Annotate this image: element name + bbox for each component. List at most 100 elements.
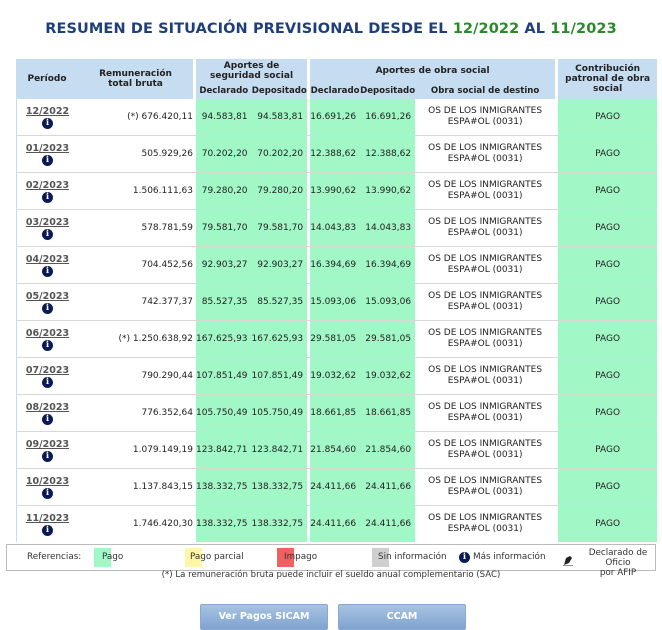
header-aportes-os: Aportes de obra social <box>310 59 556 83</box>
table-row: 07/2023 i 790.290,44 107.851,49 107.851,49 19… <box>16 358 658 395</box>
info-icon: i <box>459 551 470 563</box>
period-link[interactable]: 07/2023 <box>17 365 78 376</box>
os-declarado: 15.093,06 <box>310 284 361 321</box>
os-depositado: 24.411,66 <box>360 469 416 506</box>
contribucion-status: PAGO <box>558 210 658 247</box>
legend: Referencias: Pago Pago parcial Impago Si… <box>6 544 656 578</box>
table-row: 09/2023 i 1.079.149,19 123.842,71 123.842,71… <box>16 432 658 469</box>
os-depositado: 18.661,85 <box>360 395 416 432</box>
period-cell: 09/2023 i <box>16 432 78 469</box>
ss-depositado: 94.583,81 <box>251 99 308 136</box>
obra-social-destino: OS DE LOS INMIGRANTES ESPA#OL (0031) <box>415 321 556 358</box>
period-link[interactable]: 01/2023 <box>17 143 78 154</box>
ss-depositado: 85.527,35 <box>251 284 308 321</box>
contribucion-status: PAGO <box>558 247 658 284</box>
period-cell: 10/2023 i <box>16 469 78 506</box>
os-depositado: 21.854,60 <box>360 432 416 469</box>
ss-depositado: 70.202,20 <box>251 136 308 173</box>
remuneracion-cell: 742.377,37 <box>78 284 193 321</box>
ss-declarado: 94.583,81 <box>196 99 252 136</box>
ss-declarado: 79.581,70 <box>196 210 252 247</box>
remuneracion-cell: 1.079.149,19 <box>78 432 193 469</box>
table-row: 11/2023 i 1.746.420,30 138.332,75 138.332,75… <box>16 506 658 542</box>
info-icon[interactable]: i <box>42 265 53 277</box>
os-depositado: 19.032,62 <box>360 358 416 395</box>
period-link[interactable]: 02/2023 <box>17 180 78 191</box>
table-row: 03/2023 i 578.781,59 79.581,70 79.581,70 14.0… <box>16 210 658 247</box>
os-depositado: 15.093,06 <box>360 284 416 321</box>
period-cell: 06/2023 i <box>16 321 78 358</box>
info-icon[interactable]: i <box>42 450 53 462</box>
period-cell: 12/2022 i <box>16 99 78 136</box>
obra-social-destino: OS DE LOS INMIGRANTES ESPA#OL (0031) <box>415 395 556 432</box>
obra-social-destino: OS DE LOS INMIGRANTES ESPA#OL (0031) <box>428 513 543 534</box>
os-depositado: 29.581,05 <box>360 321 416 358</box>
os-depositado: 12.388,62 <box>360 136 416 173</box>
info-icon[interactable]: i <box>42 154 53 166</box>
period-link[interactable]: 05/2023 <box>17 291 78 302</box>
info-icon[interactable]: i <box>42 413 53 425</box>
contribucion-status: PAGO <box>558 99 658 136</box>
obra-social-destino: OS DE LOS INMIGRANTES ESPA#OL (0031) <box>415 469 556 506</box>
remuneracion-value: 776.352,64 <box>141 408 193 418</box>
table-row: 10/2023 i 1.137.843,15 138.332,75 138.332,75… <box>16 469 658 506</box>
info-icon[interactable]: i <box>42 487 53 499</box>
summary-table: Período Remuneración total bruta Aportes… <box>16 59 658 542</box>
ss-depositado: 167.625,93 <box>251 321 308 358</box>
header-os-destino: Obra social de destino <box>415 83 556 99</box>
ss-declarado: 92.903,27 <box>196 247 252 284</box>
os-depositado: 16.394,69 <box>360 247 416 284</box>
remuneracion-value: 1.079.149,19 <box>132 445 193 455</box>
remuneracion-value: 578.781,59 <box>141 223 193 233</box>
ss-declarado: 70.202,20 <box>196 136 252 173</box>
period-link[interactable]: 11/2023 <box>17 513 78 524</box>
remuneracion-cell: 1.137.843,15 <box>78 469 193 506</box>
header-periodo: Período <box>16 59 78 99</box>
pen-icon <box>562 552 574 567</box>
contribucion-status: PAGO <box>558 358 658 395</box>
period-link[interactable]: 09/2023 <box>17 439 78 450</box>
info-icon[interactable]: i <box>42 302 53 314</box>
remuneracion-value: 1.746.420,30 <box>132 519 193 529</box>
ccam-button[interactable]: CCAM <box>338 604 466 630</box>
os-depositado: 13.990,62 <box>360 173 416 210</box>
remuneracion-cell: 1.506.111,63 <box>78 173 193 210</box>
header-os-depositado: Depositado <box>360 83 416 99</box>
legend-pago-parcial: Pago parcial <box>190 552 244 562</box>
os-depositado: 16.691,26 <box>360 99 416 136</box>
info-icon[interactable]: i <box>42 117 53 129</box>
ss-declarado: 138.332,75 <box>196 506 252 542</box>
info-icon[interactable]: i <box>42 228 53 240</box>
os-declarado: 24.411,66 <box>310 506 361 542</box>
info-icon[interactable]: i <box>42 524 53 536</box>
ver-pagos-sicam-button[interactable]: Ver Pagos SICAM <box>200 604 328 630</box>
table-row: 06/2023 i (*) 1.250.638,92 167.625,93 167.62… <box>16 321 658 358</box>
header-ss-declarado: Declarado <box>196 83 252 99</box>
period-link[interactable]: 04/2023 <box>17 254 78 265</box>
remuneracion-value: 1.506.111,63 <box>132 186 193 196</box>
sac-note: (*) La remuneración bruta puede incluir … <box>161 570 501 580</box>
ss-declarado: 167.625,93 <box>196 321 252 358</box>
info-icon[interactable]: i <box>42 376 53 388</box>
period-link[interactable]: 08/2023 <box>17 402 78 413</box>
period-link[interactable]: 12/2022 <box>17 106 78 117</box>
period-cell: 02/2023 i <box>16 173 78 210</box>
os-declarado: 14.043,83 <box>310 210 361 247</box>
remuneracion-cell: 505.929,26 <box>78 136 193 173</box>
obra-social-destino: OS DE LOS INMIGRANTES ESPA#OL (0031) <box>415 247 556 284</box>
table-row: 05/2023 i 742.377,37 85.527,35 85.527,35 15.0… <box>16 284 658 321</box>
os-declarado: 19.032,62 <box>310 358 361 395</box>
remuneracion-cell: 704.452,56 <box>78 247 193 284</box>
info-icon[interactable]: i <box>42 339 53 351</box>
contribucion-status: PAGO <box>558 506 658 542</box>
table-row: 12/2022 i (*) 676.420,11 94.583,81 94.583,81… <box>16 99 658 136</box>
ss-depositado: 123.842,71 <box>251 432 308 469</box>
legend-impago: Impago <box>284 552 318 562</box>
period-link[interactable]: 06/2023 <box>17 328 78 339</box>
period-link[interactable]: 03/2023 <box>17 217 78 228</box>
period-link[interactable]: 10/2023 <box>17 476 78 487</box>
ss-declarado: 138.332,75 <box>196 469 252 506</box>
info-icon[interactable]: i <box>42 191 53 203</box>
remuneracion-value: 790.290,44 <box>141 371 193 381</box>
os-declarado: 16.691,26 <box>310 99 361 136</box>
